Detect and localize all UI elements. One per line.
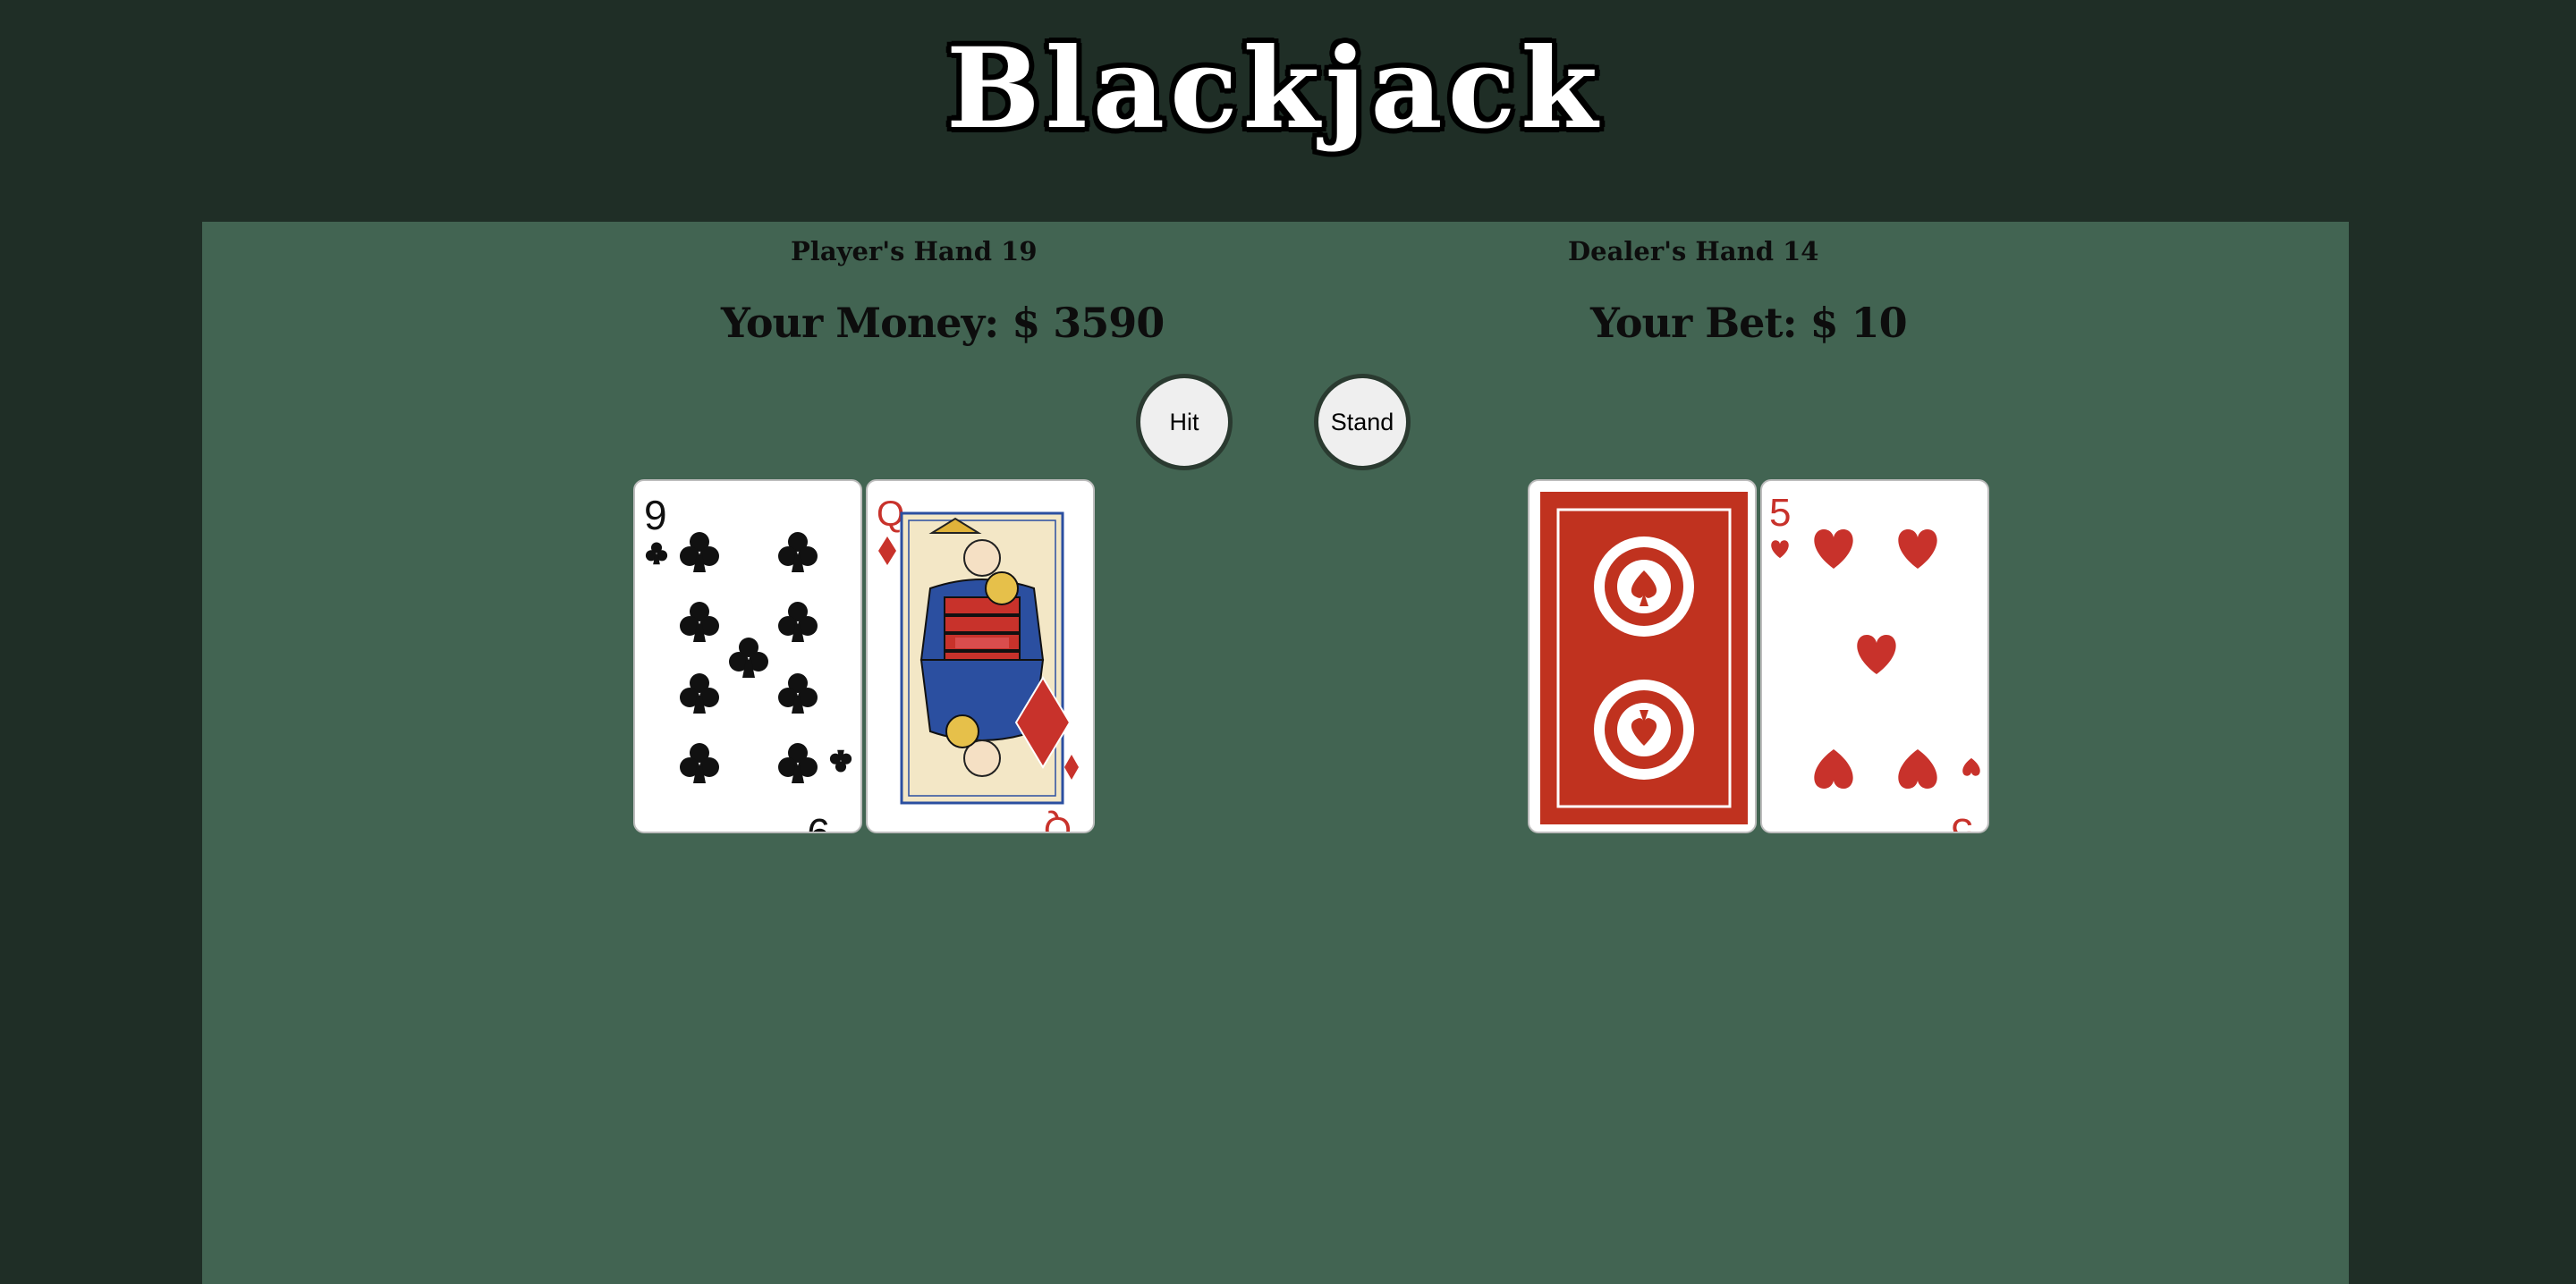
club-icon: 9 9 [644,492,852,833]
game-table: Player's Hand 19 Dealer's Hand 14 Your M… [202,222,2349,1284]
card-rank: 5 [1769,491,1791,535]
player-money: Your Money: $ 3590 [721,299,1165,347]
hit-button[interactable]: Hit [1136,374,1233,470]
player-hand-label: Player's Hand 19 [791,236,1038,266]
stand-button[interactable]: Stand [1314,374,1411,470]
game-title: Blackjack [945,24,1604,154]
card-rank: Q [877,494,904,534]
bet-amount: Your Bet: $ 10 [1590,299,1908,347]
svg-text:9: 9 [807,810,830,833]
dealer-card-five-of-hearts: 5 5 [1760,479,1989,833]
player-card-nine-of-clubs: 9 9 [633,479,862,833]
card-rank: 9 [644,492,667,538]
player-card-queen-of-diamonds: Q Q [866,479,1095,833]
svg-text:Q: Q [1044,809,1072,833]
dealer-hand-label: Dealer's Hand 14 [1568,236,1819,266]
heart-icon: 5 5 [1769,491,1980,833]
card-back-icon [1540,492,1748,824]
svg-text:5: 5 [1952,810,1973,833]
dealer-card-face-down [1528,479,1757,833]
diamond-icon: Q Q [877,494,1079,833]
